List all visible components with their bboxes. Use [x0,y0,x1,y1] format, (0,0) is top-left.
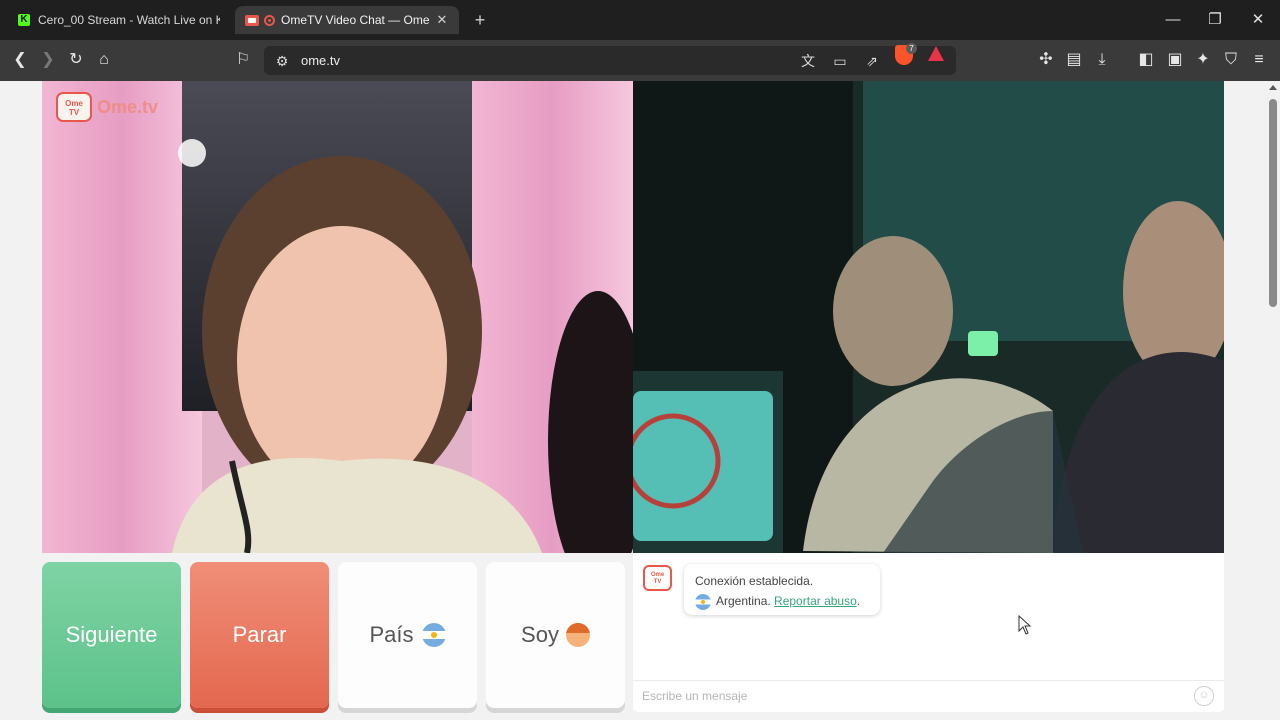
kick-logo-icon: K [18,14,30,26]
maximize-icon[interactable]: ❐ [1203,8,1227,32]
tab-label: Cero_00 Stream - Watch Live on Kick [38,13,220,27]
url-text[interactable]: ome.tv [301,53,340,68]
local-video [42,81,633,553]
translate-icon[interactable]: 文 [797,50,819,72]
partner-country: Argentina. [716,594,771,608]
emoji-icon[interactable]: ☺ [1194,686,1214,706]
leo-ai-icon[interactable]: ✦ [1191,48,1215,72]
reload-icon[interactable]: ↻ [64,48,88,72]
country-button[interactable]: País [338,562,477,708]
vpn-shield-icon[interactable]: ⛉ [1219,48,1243,72]
boy-emoji-icon [565,623,590,647]
recording-icon [264,14,275,26]
tab-ometv[interactable]: OmeTV Video Chat — Omegl ✕ [235,6,459,34]
home-icon[interactable]: ⌂ [92,48,116,72]
mouse-cursor-icon [1018,615,1032,635]
country-button-label: País [369,622,414,647]
partner-video [633,81,1224,553]
report-suffix: . [856,594,861,608]
sidebar-icon[interactable]: ◧ [1134,48,1158,72]
shields-count-badge: 7 [906,43,917,54]
next-button-label: Siguiente [65,622,158,647]
gender-button[interactable]: Soy [486,562,625,708]
forward-icon[interactable]: ❯ [36,48,60,72]
brave-rewards-icon[interactable] [928,46,944,61]
extensions-icon[interactable]: ✣ [1034,48,1058,72]
browser-toolbar: ❮ ❯ ↻ ⌂ ⚐ ⚙ ome.tv 文 ▭ ⇗ 7 ✣ ▤ ⤓ ◧ ▣ ✦ ⛉… [0,40,1280,81]
argentina-flag-icon [695,593,711,610]
new-tab-button[interactable]: + [470,9,490,31]
menu-icon[interactable]: ≡ [1247,48,1271,72]
scroll-thumb[interactable] [1269,99,1277,307]
report-abuse-link[interactable]: Reportar abuso [774,594,857,608]
site-settings-icon[interactable]: ⚙ [271,50,293,72]
ometv-logo[interactable]: Ome TV Ome.tv [56,92,158,122]
download-icon[interactable]: ⤓ [1090,48,1114,72]
close-tab-icon[interactable]: ✕ [435,12,449,28]
tab-strip: K Cero_00 Stream - Watch Live on Kick Om… [0,0,1280,40]
tab-label: OmeTV Video Chat — Omegl [281,13,429,27]
wallet-icon[interactable]: ▣ [1163,48,1187,72]
scroll-up-icon[interactable] [1269,85,1277,90]
logo-badge-line1: Ome [65,99,83,108]
chat-ometv-icon: Ome TV [643,565,672,591]
chat-input-bar: ☺ [633,680,1224,710]
close-window-icon[interactable]: ✕ [1246,8,1270,32]
address-bar[interactable]: ⚙ ome.tv 文 ▭ ⇗ [264,46,956,75]
logo-text: Ome.tv [97,96,159,117]
stop-button[interactable]: Parar [190,562,329,708]
tab-kick-stream[interactable]: K Cero_00 Stream - Watch Live on Kick [8,6,230,34]
back-icon[interactable]: ❮ [8,48,32,72]
next-button[interactable]: Siguiente [42,562,181,708]
gender-button-label: Soy [521,622,559,647]
reader-mode-icon[interactable]: ▤ [1062,48,1086,72]
share-icon[interactable]: ⇗ [861,50,883,72]
connection-status: Conexión establecida. [695,574,814,588]
logo-badge-line2: TV [68,108,80,117]
chat-logo-line1: Ome [650,572,665,578]
stop-button-label: Parar [232,622,287,647]
system-message-bubble: Conexión establecida. Argentina. Reporta… [684,564,880,615]
minimize-icon[interactable]: — [1161,8,1185,32]
local-video-frame [42,81,633,553]
ometv-tv-icon: Ome TV [56,92,92,122]
chat-logo-line2: TV [653,579,662,585]
message-input[interactable] [642,687,1182,705]
ometv-favicon-icon [245,14,259,26]
page-scrollbar[interactable] [1266,81,1280,720]
partner-info: Argentina. Reportar abuso. [695,591,869,611]
cast-icon[interactable]: ▭ [829,50,851,72]
bookmark-icon[interactable]: ⚐ [231,48,255,72]
argentina-flag-icon [421,623,446,647]
partner-video-frame [633,81,1224,553]
